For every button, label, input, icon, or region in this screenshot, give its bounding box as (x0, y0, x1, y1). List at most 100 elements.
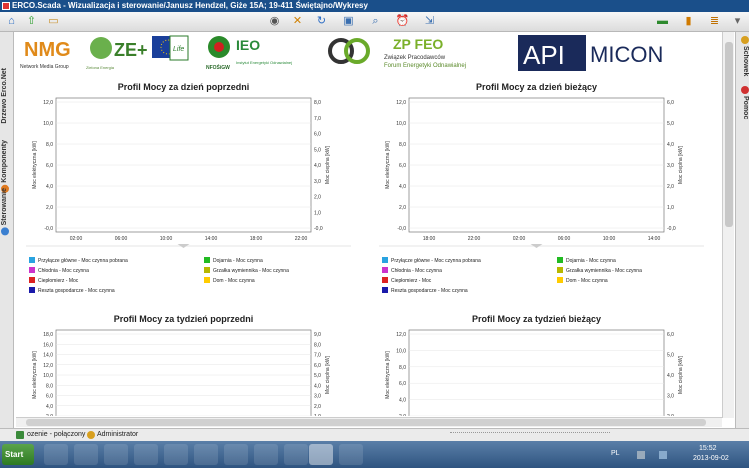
nmg-logo: NMG Network Media Group (20, 39, 71, 70)
language-indicator[interactable]: PL (611, 450, 620, 457)
sponsor-logos: NMG Network Media Group ZE+ Zielona Ener… (16, 32, 734, 74)
legend-swatch (557, 257, 563, 263)
bar-chart-icon[interactable]: ▮ (681, 14, 696, 29)
y-tick-label-left: 18,0 (43, 332, 53, 338)
scale-icon[interactable] (284, 444, 308, 465)
notes-icon[interactable] (224, 444, 248, 465)
dropdown-icon[interactable]: ▾ (730, 14, 745, 29)
y-tick-label-right: 3,0 (314, 394, 321, 400)
user-name: Administrator (97, 431, 139, 438)
tab-pomoc[interactable]: Pomoc (737, 86, 749, 119)
taskbar: Start PL 15:52 2013-09-02 (0, 441, 749, 468)
legend-label: Grzałka wymiennika - Moc czynna (213, 268, 289, 274)
folder-icon[interactable]: ▭ (46, 14, 61, 29)
y-tick-label-left: 12,0 (43, 100, 53, 106)
logos-svg: NMG Network Media Group ZE+ Zielona Ener… (20, 35, 663, 71)
legend-label: Dom - Moc czynna (566, 278, 608, 284)
y-tick-label-left: 12,0 (396, 100, 406, 106)
y-tick-label-left: 6,0 (399, 381, 406, 387)
svg-text:Network Media Group: Network Media Group (20, 64, 69, 70)
system-tray: PL 15:52 2013-09-02 (599, 441, 749, 468)
legend-label: Ciepłomierz - Moc (38, 278, 79, 284)
legend-swatch (557, 277, 563, 283)
legend-swatch (29, 287, 35, 293)
y-tick-label-left: 10,0 (43, 121, 53, 127)
legend-swatch (382, 267, 388, 273)
refresh-icon[interactable]: ↻ (314, 14, 329, 29)
y-tick-label-right: 2,0 (667, 184, 674, 190)
clock-time: 15:52 (699, 445, 717, 452)
x-tick-label: 22:00 (295, 236, 308, 242)
up-arrow-icon[interactable]: ⇧ (24, 14, 39, 29)
chart-title: Profil Mocy za tydzień bieżący (472, 314, 601, 324)
export-icon[interactable]: ⇲ (422, 14, 437, 29)
folder-taskbar-icon[interactable] (164, 444, 188, 465)
legend-swatch (382, 287, 388, 293)
y-tick-label-left: 8,0 (399, 142, 406, 148)
y-axis-label-left: Moc elektryczna [kW] (385, 351, 391, 399)
scada-icon[interactable] (254, 444, 278, 465)
editor-icon[interactable] (339, 444, 363, 465)
x-tick-label: 14:00 (648, 236, 661, 242)
svg-text:MICON: MICON (590, 42, 663, 67)
y-tick-label-right: 8,0 (314, 100, 321, 106)
connection-status: ozenie - połączony (27, 431, 86, 438)
landscape-icon[interactable]: ▬ (655, 14, 670, 29)
svg-text:Związek Pracodawców: Związek Pracodawców (384, 55, 446, 61)
y-tick-label-left: 10,0 (396, 348, 406, 354)
svg-text:ZP FEO: ZP FEO (393, 36, 443, 52)
y-tick-label-left: 6,0 (399, 163, 406, 169)
powershell-icon[interactable] (104, 444, 128, 465)
radio-icon[interactable]: ◉ (267, 14, 282, 29)
svg-text:IEO: IEO (236, 37, 260, 53)
svg-text:ZE+: ZE+ (114, 40, 148, 60)
y-tick-label-left: -0,0 (44, 226, 53, 232)
vertical-scroll-thumb[interactable] (725, 42, 733, 227)
svg-text:NFOŚiGW: NFOŚiGW (206, 64, 230, 71)
y-tick-label-left: 2,0 (399, 414, 406, 416)
y-tick-label-left: 2,0 (46, 414, 53, 416)
y-tick-label-right: 2,0 (667, 414, 674, 416)
tab-sterowanie[interactable]: Sterowanie (1, 188, 13, 236)
levels-icon[interactable]: ≣ (707, 14, 722, 29)
legend-swatch (29, 257, 35, 263)
legend-label: Dojarnia - Moc czynna (566, 258, 616, 264)
home-icon[interactable]: ⌂ (4, 14, 19, 29)
horizontal-scroll-thumb[interactable] (26, 419, 706, 426)
apimicon-logo: API MICON (518, 35, 663, 71)
app-icon (2, 2, 10, 10)
tools-icon[interactable]: ✕ (290, 14, 305, 29)
y-tick-label-left: 4,0 (46, 184, 53, 190)
explorer-icon[interactable] (134, 444, 158, 465)
tab-drzewo[interactable]: Drzewo Erco.Net (1, 68, 13, 124)
legend-swatch (204, 257, 210, 263)
ie-icon[interactable] (194, 444, 218, 465)
tray-icon[interactable] (637, 451, 645, 459)
volume-icon[interactable] (659, 451, 667, 459)
y-tick-label-left: 14,0 (43, 353, 53, 359)
y-tick-label-right: 5,0 (314, 147, 321, 153)
x-tick-label: 10:00 (160, 236, 173, 242)
tab-komponenty[interactable]: Komponenty (1, 140, 13, 193)
progress-indicator (450, 432, 610, 438)
y-axis-label-right: Moc cieplna [kW] (678, 355, 684, 394)
tab-schowek[interactable]: Schowek (737, 36, 749, 76)
y-axis-label-left: Moc elektryczna [kW] (32, 141, 38, 189)
y-tick-label-left: 4,0 (399, 184, 406, 190)
y-tick-label-right: 7,0 (314, 353, 321, 359)
network-icon[interactable] (74, 444, 98, 465)
horizontal-scrollbar[interactable] (16, 417, 722, 427)
erco-scada-icon[interactable] (309, 444, 333, 465)
display-icon[interactable]: ▣ (341, 14, 356, 29)
vertical-scrollbar[interactable] (722, 32, 734, 418)
ze-leaf-icon (90, 37, 112, 59)
y-tick-label-right: 1,0 (314, 414, 321, 416)
chrome-icon[interactable] (44, 444, 68, 465)
legend-label: Reszta gospodarcze - Moc czynna (38, 288, 115, 294)
alarm-clock-icon[interactable]: ⏰ (395, 14, 410, 29)
chart-title: Profil Mocy za dzień poprzedni (118, 82, 250, 92)
y-tick-label-right: -0,0 (667, 226, 676, 232)
plot-area (408, 329, 665, 416)
start-button[interactable]: Start (2, 444, 34, 465)
search-icon[interactable]: ⌕ (368, 14, 383, 29)
